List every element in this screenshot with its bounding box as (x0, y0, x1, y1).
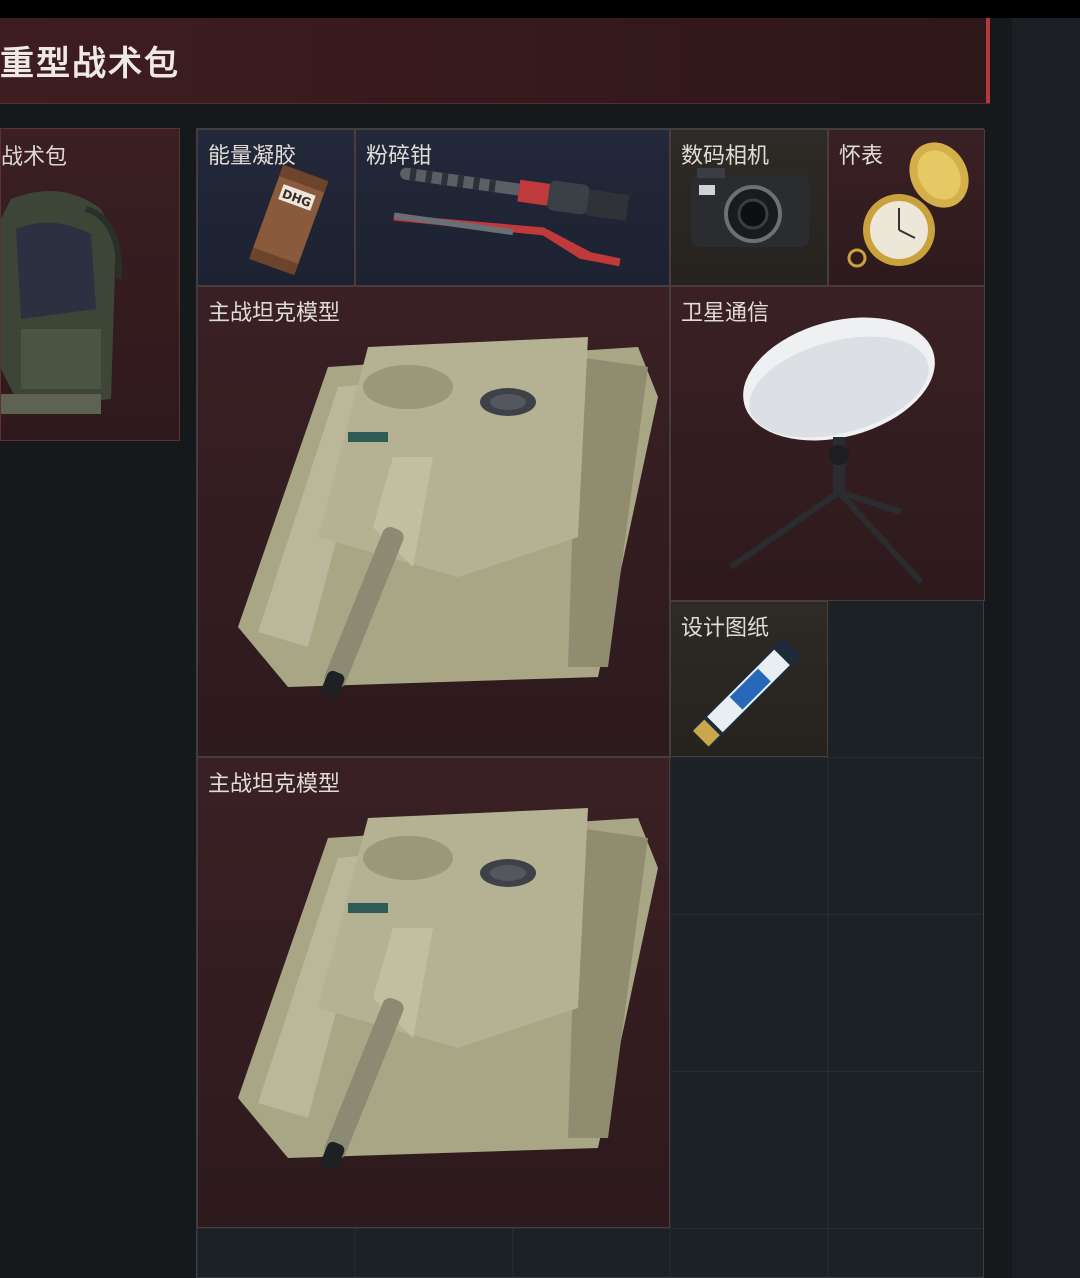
item-design-blueprint[interactable]: 设计图纸 (670, 601, 828, 757)
top-bar (0, 0, 1080, 18)
item-name: 卫星通信 (681, 301, 770, 326)
header-accent (986, 18, 990, 103)
item-energy-gel[interactable]: 能量凝胶 DHG (197, 129, 355, 286)
item-satellite-comms[interactable]: 卫星通信 (670, 286, 985, 601)
item-crusher-pliers[interactable]: 粉碎钳 (355, 129, 670, 286)
backpack-slot[interactable]: 战术包 (0, 128, 180, 441)
item-name: 粉碎钳 (366, 144, 433, 169)
tank-model-icon (238, 337, 658, 699)
item-name: 主战坦克模型 (208, 301, 341, 326)
item-name: 能量凝胶 (208, 144, 297, 169)
container-title: 重型战术包 (0, 44, 180, 84)
side-panel-edge (1012, 18, 1080, 1278)
backpack-label: 战术包 (1, 145, 68, 170)
container-header: 重型战术包 (0, 18, 990, 104)
item-digital-camera[interactable]: 数码相机 (670, 129, 828, 286)
item-tank-model[interactable]: 主战坦克模型 (197, 757, 670, 1228)
item-name: 怀表 (839, 144, 884, 169)
item-name: 主战坦克模型 (208, 772, 341, 797)
item-name: 设计图纸 (681, 616, 770, 641)
tank-model-icon (238, 808, 658, 1170)
inventory-grid: 能量凝胶 DHG 粉碎钳 数码相机 怀表 主战坦克模型 卫星通信 设计图纸 主战… (196, 128, 985, 1278)
item-name: 数码相机 (681, 144, 770, 169)
item-pocket-watch[interactable]: 怀表 (828, 129, 985, 286)
satellite-dish-icon (729, 317, 935, 585)
item-tank-model[interactable]: 主战坦克模型 (197, 286, 670, 757)
backpack-icon (1, 191, 123, 414)
